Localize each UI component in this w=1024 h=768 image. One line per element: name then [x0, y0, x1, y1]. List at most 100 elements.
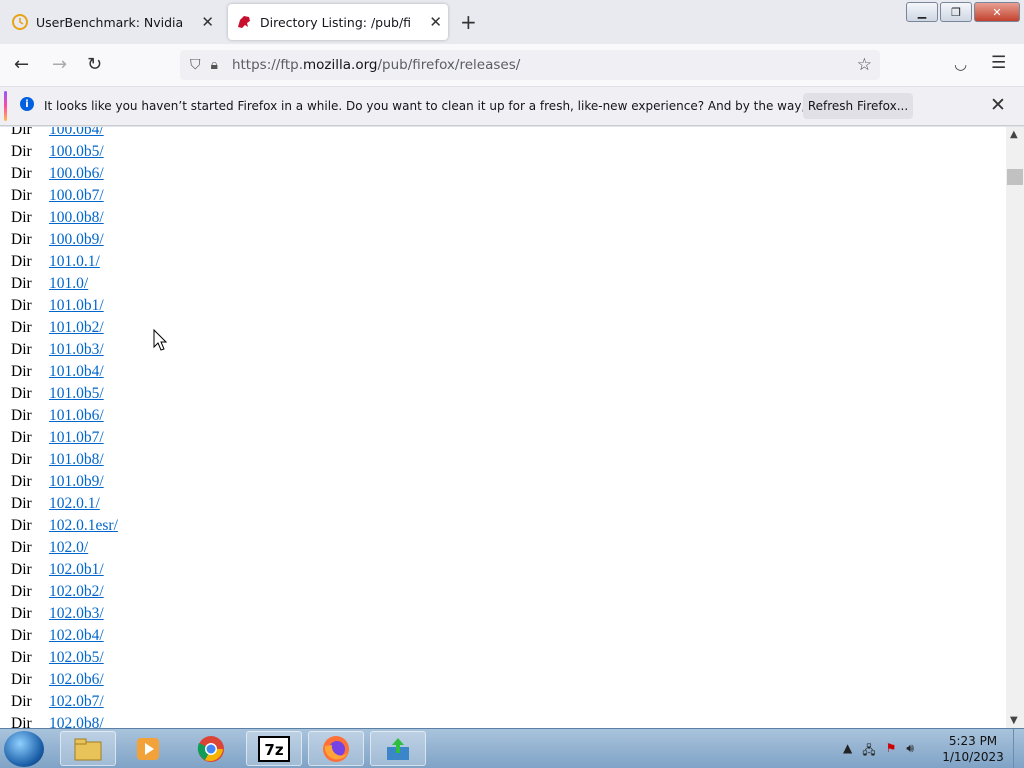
entry-type: Dir: [11, 319, 32, 336]
vertical-scrollbar[interactable]: ▲ ▼: [1006, 127, 1024, 728]
tab-directory-listing[interactable]: Directory Listing: /pub/firefox/r ✕: [228, 4, 448, 40]
refresh-firefox-button[interactable]: Refresh Firefox...: [803, 93, 913, 119]
directory-link[interactable]: 102.0b1/: [49, 561, 104, 579]
url-text[interactable]: https://ftp.mozilla.org/pub/firefox/rele…: [232, 57, 520, 73]
directory-link[interactable]: 102.0b5/: [49, 649, 104, 667]
pocket-icon[interactable]: ◡: [954, 55, 967, 73]
directory-link[interactable]: 102.0b2/: [49, 583, 104, 601]
svg-text:7z: 7z: [264, 741, 283, 759]
userbenchmark-icon: [12, 14, 28, 30]
directory-link[interactable]: 101.0b6/: [49, 407, 104, 425]
close-window-button[interactable]: ✕: [974, 2, 1020, 22]
restore-button[interactable]: ❐: [940, 2, 972, 22]
directory-link[interactable]: 101.0b2/: [49, 319, 104, 337]
directory-link[interactable]: 100.0b6/: [49, 165, 104, 183]
page-content: Dir 100.0b4/Dir 100.0b5/Dir 100.0b6/Dir 100.…: [0, 127, 1006, 728]
directory-link[interactable]: 101.0.1/: [49, 253, 100, 271]
entry-type: Dir: [11, 363, 32, 380]
entry-type: Dir: [11, 165, 32, 182]
show-hidden-icons-icon[interactable]: ▲: [843, 741, 852, 762]
directory-link[interactable]: 100.0b9/: [49, 231, 104, 249]
close-notification-icon[interactable]: ✕: [990, 94, 1006, 116]
entry-type: Dir: [11, 671, 32, 688]
scroll-down-icon[interactable]: ▼: [1010, 715, 1018, 726]
taskbar: 7z ▲ 🖧︎ ⚑ 🔊︎ 5:23 PM 1/10/2023: [0, 728, 1024, 768]
entry-type: Dir: [11, 627, 32, 644]
bookmark-star-icon[interactable]: ☆: [857, 55, 872, 75]
tab-userbenchmark[interactable]: UserBenchmark: Nvidia RTX 308 ✕: [4, 4, 220, 40]
close-tab-icon[interactable]: ✕: [429, 13, 442, 31]
entry-type: Dir: [11, 539, 32, 556]
reload-icon[interactable]: ↻: [87, 54, 102, 75]
directory-link[interactable]: 101.0b9/: [49, 473, 104, 491]
show-desktop-button[interactable]: [1013, 729, 1024, 768]
system-tray: ▲ 🖧︎ ⚑ 🔊︎: [843, 741, 914, 762]
entry-type: Dir: [11, 209, 32, 226]
entry-type: Dir: [11, 275, 32, 292]
back-icon[interactable]: ←: [14, 54, 29, 75]
directory-link[interactable]: 101.0b1/: [49, 297, 104, 315]
clock[interactable]: 5:23 PM 1/10/2023: [940, 733, 1006, 765]
mouse-cursor-icon: [153, 329, 167, 351]
lock-icon[interactable]: 🔒︎: [211, 57, 218, 73]
action-center-flag-icon[interactable]: ⚑: [886, 741, 897, 762]
entry-type: Dir: [11, 253, 32, 270]
explorer-icon: [74, 738, 102, 760]
shield-icon[interactable]: ⛉: [190, 57, 201, 73]
clock-time: 5:23 PM: [948, 734, 998, 748]
taskbar-7zip[interactable]: 7z: [246, 731, 302, 766]
notification-accent: [4, 91, 7, 121]
directory-link[interactable]: 100.0b8/: [49, 209, 104, 227]
directory-link[interactable]: 100.0b7/: [49, 187, 104, 205]
tab-bar: UserBenchmark: Nvidia RTX 308 ✕ Director…: [0, 0, 1024, 44]
hamburger-menu-icon[interactable]: ☰: [991, 53, 1006, 73]
close-tab-icon[interactable]: ✕: [201, 13, 214, 31]
entry-type: Dir: [11, 605, 32, 622]
directory-link[interactable]: 101.0b8/: [49, 451, 104, 469]
start-button[interactable]: [4, 731, 44, 767]
media-player-icon: [137, 737, 159, 760]
entry-type: Dir: [11, 385, 32, 402]
directory-link[interactable]: 102.0b3/: [49, 605, 104, 623]
taskbar-explorer[interactable]: [60, 731, 116, 766]
navigation-toolbar: ← → ↻ ⛉ 🔒︎ https://ftp.mozilla.org/pub/f…: [0, 44, 1024, 86]
7zip-icon: 7z: [258, 735, 290, 762]
volume-icon[interactable]: 🔊︎: [906, 741, 914, 762]
minimize-button[interactable]: ▁: [906, 2, 938, 22]
taskbar-chrome[interactable]: [183, 731, 239, 766]
directory-link[interactable]: 102.0b8/: [49, 715, 104, 728]
window-controls: ▁ ❐ ✕: [906, 2, 1020, 22]
entry-type: Dir: [11, 561, 32, 578]
new-tab-icon[interactable]: +: [460, 10, 477, 34]
entry-type: Dir: [11, 297, 32, 314]
directory-link[interactable]: 101.0b5/: [49, 385, 104, 403]
directory-link[interactable]: 102.0b6/: [49, 671, 104, 689]
taskbar-media-player[interactable]: [120, 731, 176, 766]
directory-link[interactable]: 101.0b7/: [49, 429, 104, 447]
entry-type: Dir: [11, 715, 32, 728]
firefox-icon: [323, 735, 349, 762]
directory-link[interactable]: 100.0b5/: [49, 143, 104, 161]
directory-link[interactable]: 102.0.1/: [49, 495, 100, 513]
url-bar[interactable]: ⛉ 🔒︎ https://ftp.mozilla.org/pub/firefox…: [180, 50, 880, 80]
directory-link[interactable]: 100.0b4/: [49, 127, 104, 139]
scroll-up-icon[interactable]: ▲: [1010, 129, 1018, 140]
entry-type: Dir: [11, 451, 32, 468]
entry-type: Dir: [11, 127, 32, 138]
directory-link[interactable]: 102.0.1esr/: [49, 517, 118, 535]
directory-link[interactable]: 102.0b4/: [49, 627, 104, 645]
forward-icon[interactable]: →: [52, 54, 67, 75]
directory-link[interactable]: 101.0/: [49, 275, 88, 293]
directory-link[interactable]: 101.0b3/: [49, 341, 104, 359]
taskbar-installer[interactable]: [370, 731, 426, 766]
network-icon[interactable]: 🖧︎: [862, 741, 875, 762]
notification-bar: i It looks like you haven’t started Fire…: [0, 86, 1024, 126]
entry-type: Dir: [11, 341, 32, 358]
directory-link[interactable]: 102.0/: [49, 539, 88, 557]
entry-type: Dir: [11, 187, 32, 204]
scrollbar-thumb[interactable]: [1007, 169, 1023, 185]
entry-type: Dir: [11, 407, 32, 424]
directory-link[interactable]: 102.0b7/: [49, 693, 104, 711]
taskbar-firefox[interactable]: [308, 731, 364, 766]
directory-link[interactable]: 101.0b4/: [49, 363, 104, 381]
